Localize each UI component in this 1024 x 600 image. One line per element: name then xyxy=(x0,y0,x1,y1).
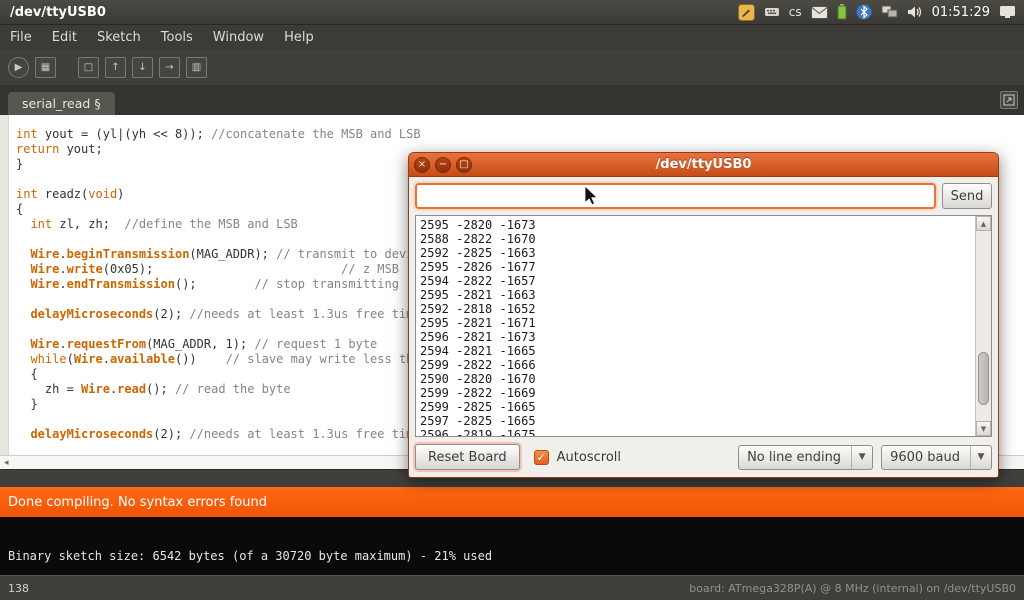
send-button[interactable]: Send xyxy=(942,183,992,209)
stop-button[interactable]: ▦ xyxy=(35,57,56,78)
autoscroll-label: Autoscroll xyxy=(557,450,621,465)
serial-monitor-titlebar[interactable]: × − □ /dev/ttyUSB0 xyxy=(409,153,998,177)
tab-serial-read[interactable]: serial_read § xyxy=(8,92,115,115)
toolbar: ▶ ▦ □ ↑ ↓ → ▥ xyxy=(0,50,1024,86)
session-menu-icon[interactable] xyxy=(999,5,1016,19)
serial-monitor-window: × − □ /dev/ttyUSB0 Send 2595 -2820 -1673… xyxy=(408,152,999,478)
compile-status-bar: Done compiling. No syntax errors found xyxy=(0,487,1024,517)
open-button[interactable]: ↑ xyxy=(105,57,126,78)
notes-icon[interactable] xyxy=(738,4,755,21)
bottom-status-bar: 138 board: ATmega328P(A) @ 8 MHz (intern… xyxy=(0,575,1024,600)
scroll-left-arrow-icon[interactable]: ◂ xyxy=(4,458,9,468)
menu-sketch[interactable]: Sketch xyxy=(87,25,151,50)
autoscroll-checkbox[interactable] xyxy=(534,450,549,465)
save-button[interactable]: ↓ xyxy=(132,57,153,78)
scroll-up-button[interactable]: ▲ xyxy=(976,216,991,231)
tabbar: serial_read § xyxy=(0,86,1024,115)
scroll-down-button[interactable]: ▼ xyxy=(976,421,991,436)
network-icon[interactable] xyxy=(881,5,898,19)
serial-scrollbar[interactable]: ▲ ▼ xyxy=(975,216,991,436)
menu-window[interactable]: Window xyxy=(203,25,274,50)
editor-gutter xyxy=(0,115,9,455)
window-title: /dev/ttyUSB0 xyxy=(10,5,106,20)
baud-value: 9600 baud xyxy=(882,450,970,465)
system-tray: cs 01:51:29 xyxy=(738,4,1016,21)
menubar: FileEditSketchToolsWindowHelp xyxy=(0,25,1024,50)
serial-monitor-body: Send 2595 -2820 -1673 2588 -2822 -1670 2… xyxy=(409,177,998,477)
screen: /dev/ttyUSB0 cs 01:51: xyxy=(0,0,1024,600)
serial-monitor-button[interactable]: ▥ xyxy=(186,57,207,78)
line-ending-select[interactable]: No line ending ▼ xyxy=(738,445,873,470)
menu-help[interactable]: Help xyxy=(274,25,324,50)
line-ending-value: No line ending xyxy=(739,450,851,465)
baud-select[interactable]: 9600 baud ▼ xyxy=(881,445,992,470)
serial-output-text: 2595 -2820 -1673 2588 -2822 -1670 2592 -… xyxy=(416,216,991,437)
serial-monitor-title: /dev/ttyUSB0 xyxy=(409,157,998,172)
bluetooth-icon[interactable] xyxy=(856,4,872,20)
upload-button[interactable]: → xyxy=(159,57,180,78)
serial-controls-row: Reset Board Autoscroll No line ending ▼ … xyxy=(415,443,992,471)
menu-tools[interactable]: Tools xyxy=(151,25,203,50)
reset-board-button[interactable]: Reset Board xyxy=(415,444,520,470)
keyboard-icon[interactable] xyxy=(764,4,780,20)
serial-input[interactable] xyxy=(415,183,936,209)
serial-send-row: Send xyxy=(415,183,992,209)
serial-output-area[interactable]: 2595 -2820 -1673 2588 -2822 -1670 2592 -… xyxy=(415,215,992,437)
volume-icon[interactable] xyxy=(907,5,923,19)
scrollbar-thumb[interactable] xyxy=(978,352,989,405)
tab-menu-button[interactable] xyxy=(1000,91,1018,109)
chevron-down-icon: ▼ xyxy=(851,446,872,469)
verify-button[interactable]: ▶ xyxy=(8,57,29,78)
chevron-down-icon: ▼ xyxy=(970,446,991,469)
compile-status-text: Done compiling. No syntax errors found xyxy=(8,495,267,510)
console-output: Binary sketch size: 6542 bytes (of a 307… xyxy=(0,517,1024,575)
new-button[interactable]: □ xyxy=(78,57,99,78)
line-number: 138 xyxy=(8,582,29,595)
menu-edit[interactable]: Edit xyxy=(42,25,87,50)
board-info: board: ATmega328P(A) @ 8 MHz (internal) … xyxy=(689,582,1016,595)
keyboard-layout-indicator[interactable]: cs xyxy=(789,5,802,19)
menu-file[interactable]: File xyxy=(0,25,42,50)
console-text: Binary sketch size: 6542 bytes (of a 307… xyxy=(0,517,1024,563)
titlebar: /dev/ttyUSB0 cs 01:51: xyxy=(0,0,1024,25)
mail-icon[interactable] xyxy=(811,6,828,19)
battery-icon[interactable] xyxy=(837,4,847,20)
clock[interactable]: 01:51:29 xyxy=(932,5,990,20)
